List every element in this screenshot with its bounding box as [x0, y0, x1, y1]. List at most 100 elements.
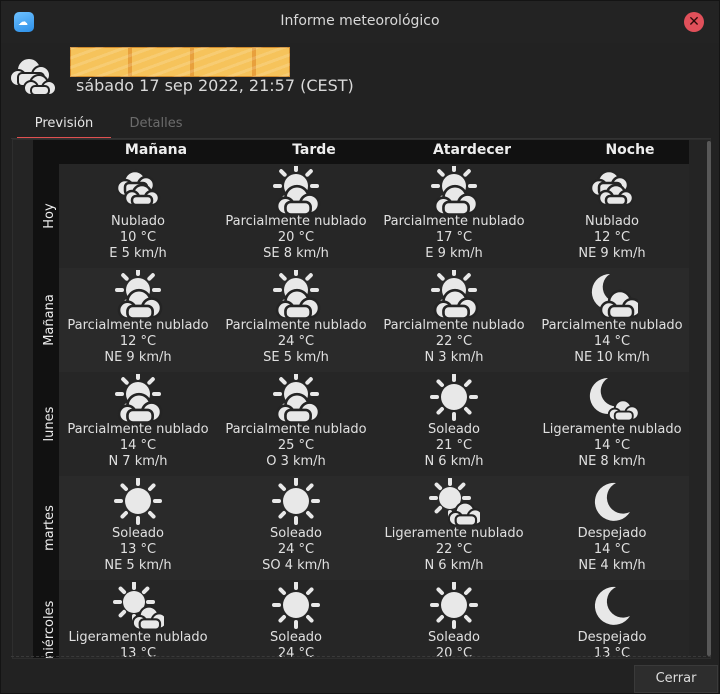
temperature-text: 12 °C — [119, 334, 157, 349]
cloudy-icon — [9, 57, 57, 96]
condition-text: Parcialmente nublado — [67, 318, 209, 333]
temperature-text: 14 °C — [593, 542, 631, 557]
condition-text: Soleado — [112, 526, 164, 541]
forecast-grid: Mañana Tarde Atardecer Noche Hoy Nublado… — [12, 139, 711, 659]
sun-icon — [114, 478, 162, 525]
condition-text: Soleado — [428, 630, 480, 645]
close-window-button[interactable]: ✕ — [684, 12, 704, 32]
sun-cloud-icon — [431, 270, 479, 318]
temperature-text: 10 °C — [119, 230, 157, 245]
wind-text: N 3 km/h — [424, 350, 484, 365]
sun-icon — [272, 582, 320, 629]
condition-text: Parcialmente nublado — [67, 422, 209, 437]
vertical-scrollbar[interactable] — [707, 141, 711, 656]
wind-text: NE 5 km/h — [104, 558, 172, 573]
wind-text: SE 8 km/h — [263, 246, 329, 261]
temperature-text: 24 °C — [277, 542, 315, 557]
forecast-cell: Parcialmente nublado 14 °C NE 10 km/h — [533, 270, 691, 366]
condition-text: Ligeramente nublado — [68, 630, 208, 645]
condition-text: Soleado — [428, 422, 480, 437]
column-noche: Noche — [605, 142, 655, 158]
condition-text: Nublado — [111, 214, 165, 229]
moon-cloud-icon — [591, 273, 638, 318]
condition-text: Parcialmente nublado — [225, 318, 367, 333]
condition-text: Parcialmente nublado — [541, 318, 683, 333]
footer-divider — [11, 656, 711, 658]
wind-text: N 7 km/h — [108, 454, 168, 469]
sun-cloud-icon — [273, 374, 321, 422]
condition-text: Parcialmente nublado — [225, 214, 367, 229]
temperature-text: 22 °C — [435, 334, 473, 349]
report-datetime: sábado 17 sep 2022, 21:57 (CEST) — [76, 76, 354, 95]
temperature-text: 14 °C — [119, 438, 157, 453]
forecast-cell: Parcialmente nublado 22 °C N 3 km/h — [375, 270, 533, 366]
forecast-cell: Ligeramente nublado 22 °C N 6 km/h — [375, 478, 533, 574]
moon-icon — [594, 482, 630, 521]
condition-text: Ligeramente nublado — [384, 526, 524, 541]
wind-text: NE 4 km/h — [578, 558, 646, 573]
wind-text: NE 9 km/h — [578, 246, 646, 261]
forecast-cell: Parcialmente nublado 12 °C NE 9 km/h — [59, 270, 217, 366]
sun-small-cloud-icon — [113, 582, 164, 630]
location-name-image — [70, 47, 290, 77]
condition-text: Parcialmente nublado — [383, 214, 525, 229]
temperature-text: 14 °C — [593, 334, 631, 349]
condition-text: Parcialmente nublado — [225, 422, 367, 437]
temperature-text: 20 °C — [277, 230, 315, 245]
column-atardecer: Atardecer — [432, 142, 512, 158]
sun-cloud-icon — [115, 270, 163, 318]
sun-cloud-icon — [273, 270, 321, 318]
moon-small-cloud-icon — [589, 377, 638, 422]
window-title: Informe meteorológico — [280, 13, 440, 29]
temperature-text: 12 °C — [593, 230, 631, 245]
forecast-cell: Despejado 13 °C — [533, 582, 691, 658]
cloud-icon — [589, 169, 635, 207]
sun-cloud-icon — [273, 166, 321, 214]
condition-text: Despejado — [577, 630, 647, 645]
sun-cloud-icon — [115, 374, 163, 422]
condition-text: Despejado — [577, 526, 647, 541]
condition-text: Soleado — [270, 630, 322, 645]
wind-text: N 6 km/h — [424, 454, 484, 469]
temperature-text: 17 °C — [435, 230, 473, 245]
tab-prevision[interactable]: Previsión — [17, 113, 111, 139]
forecast-cell: Nublado 10 °C E 5 km/h — [59, 166, 217, 262]
forecast-cell: Soleado 24 °C SO 4 km/h — [217, 478, 375, 574]
condition-text: Nublado — [585, 214, 639, 229]
wind-text: E 9 km/h — [425, 246, 483, 261]
temperature-text: 22 °C — [435, 542, 473, 557]
forecast-cell: Soleado 24 °C — [217, 582, 375, 658]
wind-text: NE 10 km/h — [574, 350, 650, 365]
wind-text: N 6 km/h — [424, 558, 484, 573]
temperature-text: 24 °C — [277, 334, 315, 349]
wind-text: NE 8 km/h — [578, 454, 646, 469]
sun-cloud-icon — [431, 166, 479, 214]
forecast-cell: Nublado 12 °C NE 9 km/h — [533, 166, 691, 262]
wind-text: SO 4 km/h — [262, 558, 330, 573]
title-bar: ☁ Informe meteorológico ✕ — [1, 1, 719, 43]
moon-icon — [594, 586, 630, 625]
column-header-bar: Mañana Tarde Atardecer Noche — [33, 140, 689, 164]
wind-text: SE 5 km/h — [263, 350, 329, 365]
weather-report-window: ☁ Informe meteorológico ✕ sábado 17 sep … — [0, 0, 720, 694]
forecast-cell: Ligeramente nublado 13 °C — [59, 582, 217, 658]
cerrar-button[interactable]: Cerrar — [634, 665, 718, 693]
forecast-cell: Soleado 21 °C N 6 km/h — [375, 374, 533, 470]
column-manana: Mañana — [124, 142, 188, 158]
wind-text: NE 9 km/h — [104, 350, 172, 365]
column-tarde: Tarde — [292, 142, 336, 158]
sun-icon — [430, 582, 478, 629]
sun-icon — [430, 374, 478, 421]
tab-detalles[interactable]: Detalles — [121, 113, 191, 139]
forecast-cell: Soleado 13 °C NE 5 km/h — [59, 478, 217, 574]
forecast-cell: Parcialmente nublado 25 °C O 3 km/h — [217, 374, 375, 470]
forecast-cell: Parcialmente nublado 20 °C SE 8 km/h — [217, 166, 375, 262]
forecast-cell: Parcialmente nublado 24 °C SE 5 km/h — [217, 270, 375, 366]
header: sábado 17 sep 2022, 21:57 (CEST) — [1, 43, 719, 111]
cloud-icon — [115, 169, 161, 207]
forecast-cell: Parcialmente nublado 17 °C E 9 km/h — [375, 166, 533, 262]
forecast-cell: Ligeramente nublado 14 °C NE 8 km/h — [533, 374, 691, 470]
condition-text: Soleado — [270, 526, 322, 541]
condition-text: Ligeramente nublado — [542, 422, 682, 437]
sun-icon — [272, 478, 320, 525]
